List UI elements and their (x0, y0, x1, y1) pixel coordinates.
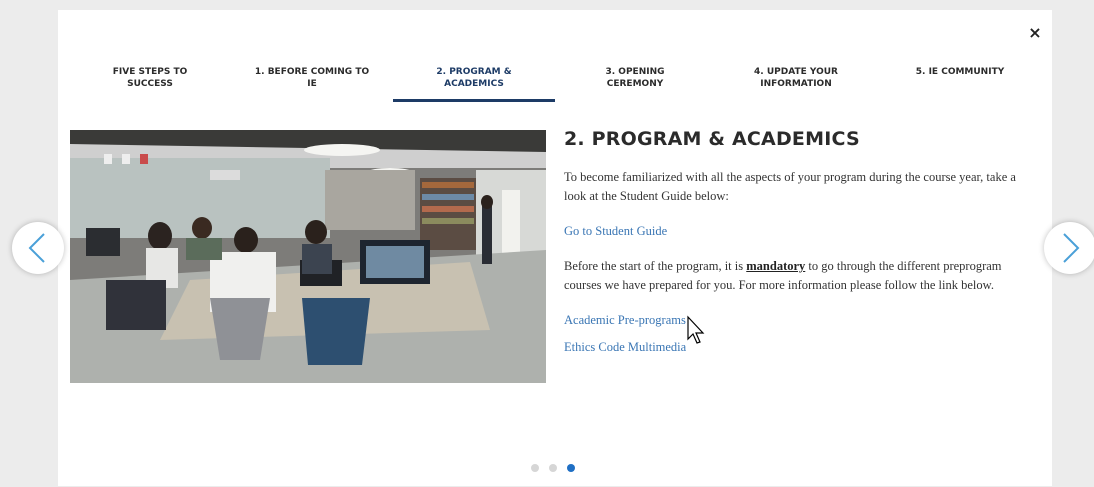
tab-label-line2: SUCCESS (127, 79, 173, 89)
tab-program-academics[interactable]: 2. PROGRAM & ACADEMICS (393, 66, 555, 102)
tab-label-line2: IE (307, 79, 317, 89)
tab-ie-community[interactable]: 5. IE COMMUNITY (900, 66, 1020, 102)
tab-before-coming[interactable]: 1. BEFORE COMING TO IE (250, 66, 374, 102)
tab-label-line1: 1. BEFORE COMING TO (254, 67, 370, 77)
tab-label-line2: INFORMATION (760, 79, 832, 89)
student-guide-link[interactable]: Go to Student Guide (564, 224, 1024, 239)
section-heading: 2. PROGRAM & ACADEMICS (564, 128, 860, 150)
chevron-right-icon (1063, 233, 1080, 263)
content-panel: 2. PROGRAM & ACADEMICS To become familia… (564, 128, 1024, 355)
preprogram-paragraph: Before the start of the program, it is m… (564, 257, 1024, 295)
ethics-code-link[interactable]: Ethics Code Multimedia (564, 340, 1024, 355)
tab-label-line1: 5. IE COMMUNITY (915, 67, 1005, 77)
tab-label-line1: FIVE STEPS TO (112, 67, 188, 77)
tab-update-information[interactable]: 4. UPDATE YOUR INFORMATION (736, 66, 856, 102)
prev-slide-button[interactable] (12, 222, 64, 274)
pagination-dots (531, 464, 581, 474)
close-icon[interactable]: × (1026, 24, 1044, 42)
paragraph-text: Before the start of the program, it is (564, 259, 747, 273)
chevron-left-icon (28, 233, 45, 263)
tab-label-line1: 4. UPDATE YOUR (754, 67, 838, 77)
tab-opening-ceremony[interactable]: 3. OPENING CEREMONY (575, 66, 695, 102)
pagination-dot-3[interactable] (567, 464, 575, 472)
tab-label-line1: 2. PROGRAM & (436, 67, 512, 77)
steps-tab-bar: FIVE STEPS TO SUCCESS 1. BEFORE COMING T… (70, 60, 1040, 102)
next-slide-button[interactable] (1044, 222, 1094, 274)
library-photo (70, 130, 546, 383)
tab-label-line1: 3. OPENING (605, 67, 665, 77)
preprograms-link[interactable]: Academic Pre-programs (564, 313, 1024, 328)
tab-label-line2: ACADEMICS (444, 79, 504, 89)
intro-paragraph: To become familiarized with all the aspe… (564, 170, 1016, 203)
pagination-dot-1[interactable] (531, 464, 539, 472)
tab-label-line2: CEREMONY (606, 79, 664, 89)
mandatory-emphasis: mandatory (746, 259, 806, 273)
mouse-pointer-icon (686, 315, 708, 350)
pagination-dot-2[interactable] (549, 464, 557, 472)
tab-five-steps[interactable]: FIVE STEPS TO SUCCESS (90, 66, 210, 102)
